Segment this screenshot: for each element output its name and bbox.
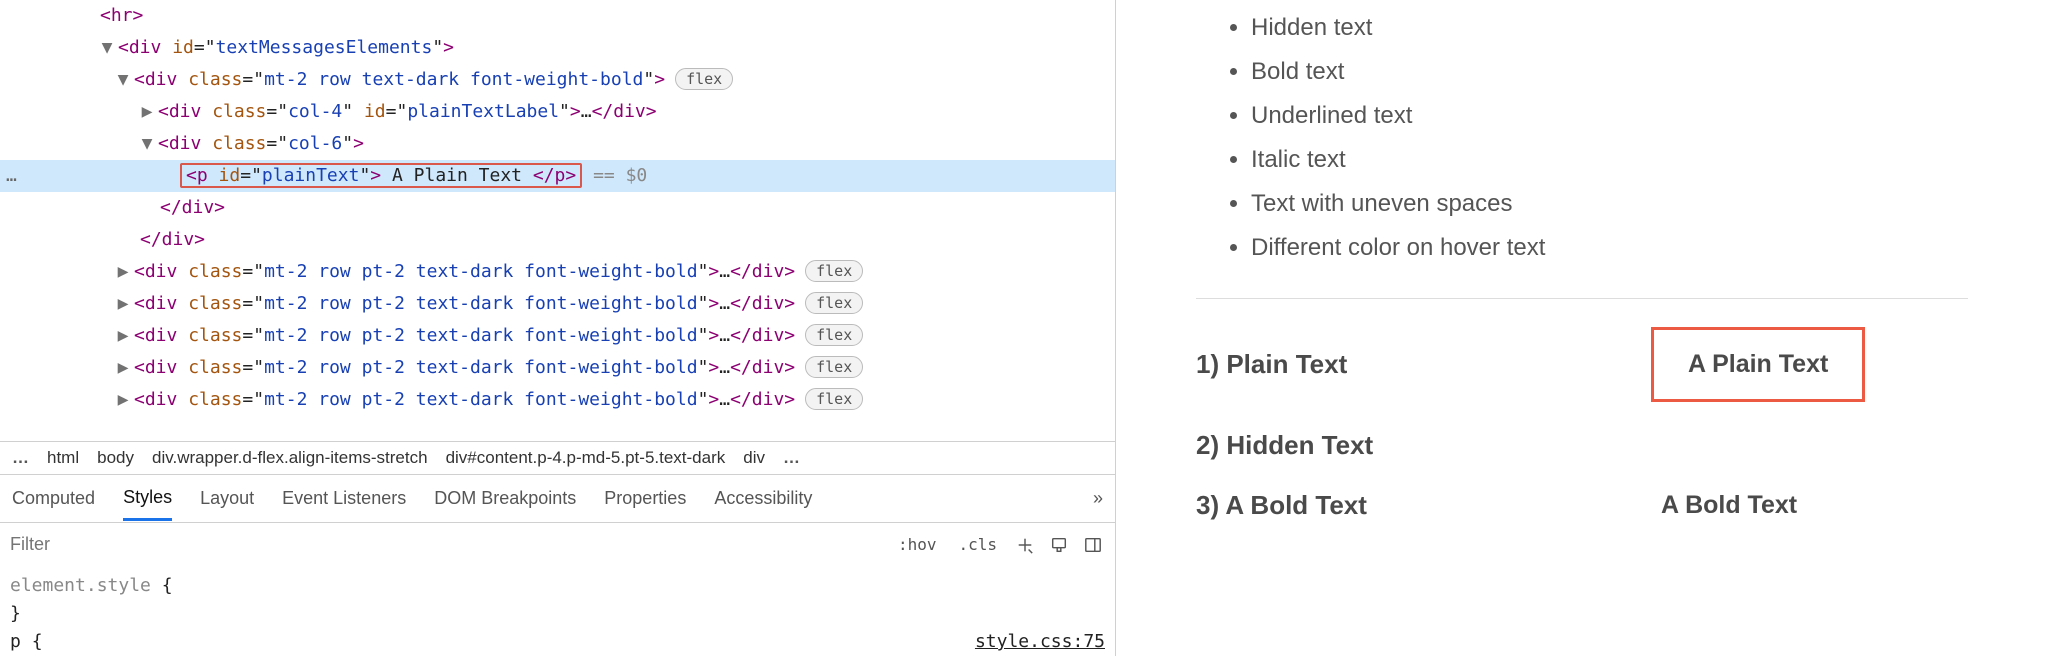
list-item: Bold text <box>1251 50 1968 94</box>
tab-dom-breakpoints[interactable]: DOM Breakpoints <box>434 478 576 519</box>
row-value <box>1651 444 1671 448</box>
rule-p[interactable]: style.css:75p { <box>10 628 1105 656</box>
breadcrumb-item[interactable]: html <box>47 448 79 468</box>
overflow-icon[interactable]: … <box>6 160 17 192</box>
breadcrumb-overflow-left[interactable]: … <box>12 448 29 468</box>
new-rule-icon[interactable] <box>1013 533 1037 557</box>
dom-node-hr[interactable]: <hr> <box>0 0 1115 32</box>
flex-badge[interactable]: flex <box>805 292 863 314</box>
disclosure-down-icon[interactable]: ▼ <box>100 32 114 64</box>
breadcrumb-item[interactable]: div.wrapper.d-flex.align-items-stretch <box>152 448 428 468</box>
disclosure-right-icon[interactable]: ▶ <box>116 384 130 416</box>
flex-badge[interactable]: flex <box>805 260 863 282</box>
breadcrumb-item[interactable]: body <box>97 448 134 468</box>
disclosure-right-icon[interactable]: ▶ <box>116 320 130 352</box>
cls-toggle[interactable]: .cls <box>952 533 1003 556</box>
tab-event-listeners[interactable]: Event Listeners <box>282 478 406 519</box>
dom-node-col6[interactable]: ▼<div class="col-6"> <box>0 128 1115 160</box>
disclosure-right-icon[interactable]: ▶ <box>116 256 130 288</box>
disclosure-right-icon[interactable]: ▶ <box>140 96 154 128</box>
list-item: Hidden text <box>1251 6 1968 50</box>
tab-properties[interactable]: Properties <box>604 478 686 519</box>
filter-input[interactable] <box>10 530 882 559</box>
toggle-panel-icon[interactable] <box>1081 533 1105 557</box>
dom-node-close[interactable]: </div> <box>0 192 1115 224</box>
styles-toolbar: :hov .cls <box>0 522 1115 566</box>
breadcrumb-overflow-right[interactable]: … <box>783 448 800 468</box>
hov-toggle[interactable]: :hov <box>892 533 943 556</box>
tab-accessibility[interactable]: Accessibility <box>714 478 812 519</box>
console-ref: == $0 <box>593 165 647 186</box>
disclosure-down-icon[interactable]: ▼ <box>140 128 154 160</box>
dom-node-row[interactable]: ▶<div class="mt-2 row pt-2 text-dark fon… <box>0 352 1115 384</box>
page-preview: Hidden text Bold text Underlined text It… <box>1116 0 2048 656</box>
row-label: 1) Plain Text <box>1196 349 1651 380</box>
text-row-plain: 1) Plain Text A Plain Text <box>1196 327 1968 402</box>
dom-node-row[interactable]: ▶<div class="mt-2 row pt-2 text-dark fon… <box>0 320 1115 352</box>
list-item: Different color on hover text <box>1251 226 1968 270</box>
dom-node-container[interactable]: ▼<div id="textMessagesElements"> <box>0 32 1115 64</box>
rule-element-style[interactable]: element.style { <box>10 572 1105 600</box>
row-label: 3) A Bold Text <box>1196 490 1651 521</box>
selection-highlight: <p id="plainText"> A Plain Text </p> <box>180 163 582 188</box>
dom-node-close[interactable]: </div> <box>0 224 1115 256</box>
tab-computed[interactable]: Computed <box>12 478 95 519</box>
tab-layout[interactable]: Layout <box>200 478 254 519</box>
divider <box>1196 298 1968 299</box>
text-row-hidden: 2) Hidden Text <box>1196 430 1968 461</box>
paint-brush-icon[interactable] <box>1047 533 1071 557</box>
dom-node-row[interactable]: ▶<div class="mt-2 row pt-2 text-dark fon… <box>0 384 1115 416</box>
rule-close: } <box>10 600 1105 628</box>
tab-styles[interactable]: Styles <box>123 477 172 521</box>
dom-node-selected[interactable]: … <p id="plainText"> A Plain Text </p> =… <box>0 160 1115 192</box>
bullet-list: Hidden text Bold text Underlined text It… <box>1196 6 1968 270</box>
dom-node-col4[interactable]: ▶<div class="col-4" id="plainTextLabel">… <box>0 96 1115 128</box>
disclosure-right-icon[interactable]: ▶ <box>116 352 130 384</box>
list-item: Underlined text <box>1251 94 1968 138</box>
row-value: A Bold Text <box>1651 489 1807 522</box>
devtools-panel: <hr> ▼<div id="textMessagesElements"> ▼<… <box>0 0 1116 656</box>
disclosure-down-icon[interactable]: ▼ <box>116 64 130 96</box>
breadcrumb-item[interactable]: div#content.p-4.p-md-5.pt-5.text-dark <box>446 448 726 468</box>
elements-tree[interactable]: <hr> ▼<div id="textMessagesElements"> ▼<… <box>0 0 1115 441</box>
styles-tabbar: Computed Styles Layout Event Listeners D… <box>0 474 1115 522</box>
flex-badge[interactable]: flex <box>675 68 733 90</box>
text-row-bold: 3) A Bold Text A Bold Text <box>1196 489 1968 522</box>
breadcrumb-item[interactable]: div <box>743 448 765 468</box>
flex-badge[interactable]: flex <box>805 356 863 378</box>
flex-badge[interactable]: flex <box>805 388 863 410</box>
breadcrumb[interactable]: … html body div.wrapper.d-flex.align-ite… <box>0 441 1115 474</box>
dom-node-row[interactable]: ▶<div class="mt-2 row pt-2 text-dark fon… <box>0 256 1115 288</box>
disclosure-right-icon[interactable]: ▶ <box>116 288 130 320</box>
flex-badge[interactable]: flex <box>805 324 863 346</box>
source-link[interactable]: style.css:75 <box>975 628 1105 656</box>
style-rules[interactable]: element.style { } style.css:75p { <box>0 566 1115 656</box>
list-item: Italic text <box>1251 138 1968 182</box>
row-label: 2) Hidden Text <box>1196 430 1651 461</box>
list-item: Text with uneven spaces <box>1251 182 1968 226</box>
tabs-overflow-icon[interactable]: » <box>1093 488 1103 509</box>
row-value-highlighted: A Plain Text <box>1651 327 1865 402</box>
dom-node-row[interactable]: ▶<div class="mt-2 row pt-2 text-dark fon… <box>0 288 1115 320</box>
dom-node-row[interactable]: ▼<div class="mt-2 row text-dark font-wei… <box>0 64 1115 96</box>
